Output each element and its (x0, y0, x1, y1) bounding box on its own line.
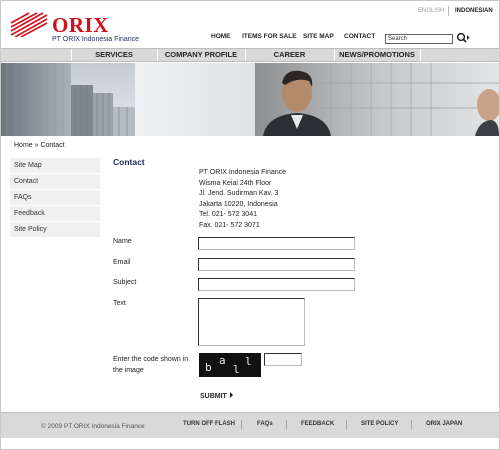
company-name: PT ORIX Indonesia Finance (52, 36, 140, 43)
footer-divider (411, 420, 412, 430)
footer-divider (346, 420, 347, 430)
search-input[interactable]: Search (385, 34, 453, 44)
orix-stripes-icon (10, 12, 48, 37)
search-icon[interactable] (456, 32, 470, 44)
sidebar-item-site-map[interactable]: Site Map (10, 158, 100, 174)
mainnav-news-promotions[interactable]: NEWS/PROMOTIONS (334, 49, 420, 61)
page: ORIX PT ORIX Indonesia Finance ENGLISH I… (0, 0, 500, 450)
mainnav-career[interactable]: CAREER (245, 49, 334, 61)
address-line: Wisma Keiai 24th Floor (199, 179, 272, 187)
main-nav: SERVICES COMPANY PROFILE CAREER NEWS/PRO… (1, 48, 499, 62)
phone-line: Tel. 021- 572 3041 (199, 211, 257, 218)
subject-field[interactable] (198, 278, 355, 291)
address-line: PT ORIX Indonesia Finance (199, 169, 287, 176)
logo-word: ORIX (52, 13, 109, 37)
captcha-char: l (245, 355, 252, 368)
captcha-label: Enter the code shown in the image (113, 356, 189, 374)
topnav-contact[interactable]: CONTACT (344, 33, 375, 40)
captcha-char: a (219, 354, 226, 367)
sidebar: Site Map Contact FAQs Feedback Site Poli… (10, 158, 100, 238)
sidebar-item-feedback[interactable]: Feedback (10, 206, 100, 222)
footer-turn-off-flash[interactable]: TURN OFF FLASH (183, 421, 235, 427)
fax-line: Fax. 021- 572 3071 (199, 221, 260, 229)
address-line: Jakarta 10220, Indonesia (199, 200, 278, 208)
address-line: Jl. Jend. Sudirman Kav. 3 (199, 190, 279, 197)
lang-english-link[interactable]: ENGLISH (418, 8, 444, 14)
footer-divider (286, 420, 287, 430)
hero-banner (1, 63, 499, 136)
message-textarea[interactable] (198, 298, 305, 346)
footer: © 2009 PT ORIX Indonesia Finance TURN OF… (1, 412, 499, 438)
captcha-char: l (233, 363, 240, 376)
subject-label: Subject (113, 279, 137, 286)
topnav-items-for-sale[interactable]: ITEMS FOR SALE (242, 33, 297, 40)
breadcrumb[interactable]: Home » Contact (14, 142, 65, 149)
arrow-right-icon (229, 392, 233, 398)
footer-faqs[interactable]: FAQs (257, 421, 273, 427)
email-field[interactable] (198, 258, 355, 271)
topnav-site-map[interactable]: SITE MAP (303, 33, 334, 40)
sidebar-item-faqs[interactable]: FAQs (10, 190, 100, 206)
footer-orix-japan[interactable]: ORIX JAPAN (426, 421, 462, 427)
header: ORIX PT ORIX Indonesia Finance ENGLISH I… (1, 1, 499, 48)
nav-divider (420, 49, 421, 61)
mainnav-services[interactable]: SERVICES (71, 49, 157, 61)
lang-divider (448, 6, 449, 16)
banner-photo (1, 63, 499, 136)
name-field[interactable] (198, 237, 355, 250)
footer-site-policy[interactable]: SITE POLICY (361, 421, 398, 427)
page-title: Contact (113, 157, 145, 167)
text-label: Text (113, 300, 126, 307)
name-label: Name (113, 238, 132, 245)
topnav-home[interactable]: HOME (211, 33, 231, 40)
footer-divider (241, 420, 242, 430)
submit-button[interactable]: SUBMIT (200, 392, 233, 400)
footer-feedback[interactable]: FEEDBACK (301, 421, 334, 427)
captcha-input[interactable] (264, 353, 302, 366)
captcha-char: b (205, 361, 212, 374)
captcha-image: b a l l (199, 353, 261, 377)
address-block: PT ORIX Indonesia Finance Wisma Keiai 24… (199, 168, 286, 231)
copyright: © 2009 PT ORIX Indonesia Finance (41, 423, 145, 430)
sidebar-item-contact[interactable]: Contact (10, 174, 100, 190)
submit-label: SUBMIT (200, 393, 227, 400)
lang-indonesian-link[interactable]: INDONESIAN (455, 8, 493, 14)
orix-logo[interactable]: ORIX PT ORIX Indonesia Finance (9, 11, 179, 45)
sidebar-item-site-policy[interactable]: Site Policy (10, 222, 100, 238)
email-label: Email (113, 259, 131, 266)
mainnav-company-profile[interactable]: COMPANY PROFILE (157, 49, 245, 61)
